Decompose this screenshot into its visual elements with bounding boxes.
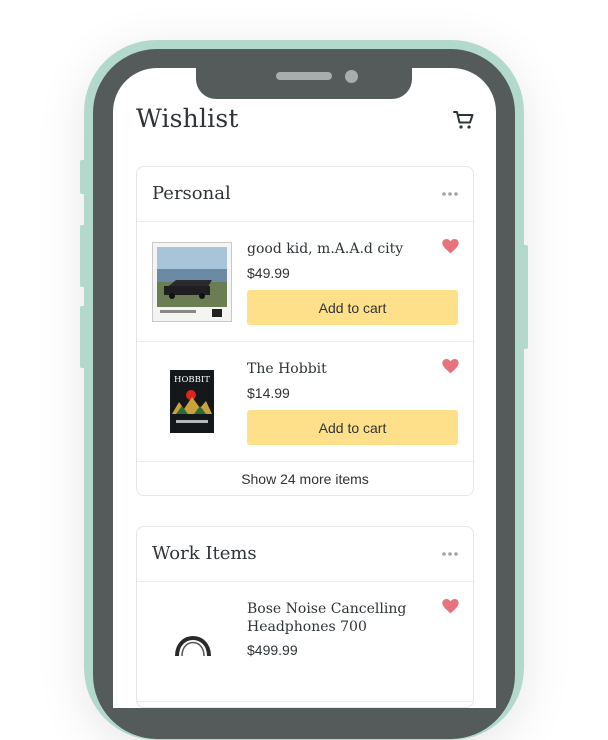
item-name[interactable]: Bose Noise Cancelling Headphones 700 [247,600,437,636]
more-dots-icon[interactable] [441,187,459,201]
phone-side-button [80,160,86,194]
shopping-cart-icon[interactable] [452,108,476,132]
heart-icon[interactable] [442,239,459,254]
list-title: Personal [152,183,231,204]
list-item: HOBBIT The Hobbit $14.99 Add to cart [137,342,473,462]
front-camera [345,70,358,83]
item-price: $14.99 [247,385,290,401]
card-header: Personal [137,167,473,222]
add-to-cart-button[interactable]: Add to cart [247,290,458,325]
list-item: Bose Noise Cancelling Headphones 700 $49… [137,582,473,702]
show-more-items-button[interactable]: Show 24 more items [137,462,473,495]
wishlist-card-work-items: Work Items Bose Noise Cancelling Headpho… [136,526,474,708]
card-header: Work Items [137,527,473,582]
list-item: good kid, m.A.A.d city $49.99 Add to car… [137,222,473,342]
book-cover-image[interactable]: HOBBIT [170,370,214,433]
more-dots-icon[interactable] [441,547,459,561]
item-name[interactable]: The Hobbit [247,360,437,378]
headphones-image[interactable] [173,620,213,660]
heart-icon[interactable] [442,359,459,374]
phone-volume-down-button [80,306,86,368]
add-to-cart-button[interactable]: Add to cart [247,410,458,445]
phone-volume-up-button [80,225,86,287]
speaker-grille [276,72,332,80]
album-cover-image[interactable] [152,242,232,322]
item-name[interactable]: good kid, m.A.A.d city [247,240,437,258]
item-price: $49.99 [247,265,290,281]
heart-icon[interactable] [442,599,459,614]
page-title: Wishlist [136,104,239,133]
svg-text:HOBBIT: HOBBIT [174,375,210,385]
item-price: $499.99 [247,642,298,658]
phone-power-button [522,245,528,349]
list-title: Work Items [152,543,257,564]
wishlist-card-personal: Personal good kid, m.A.A.d city $49.99 A… [136,166,474,496]
